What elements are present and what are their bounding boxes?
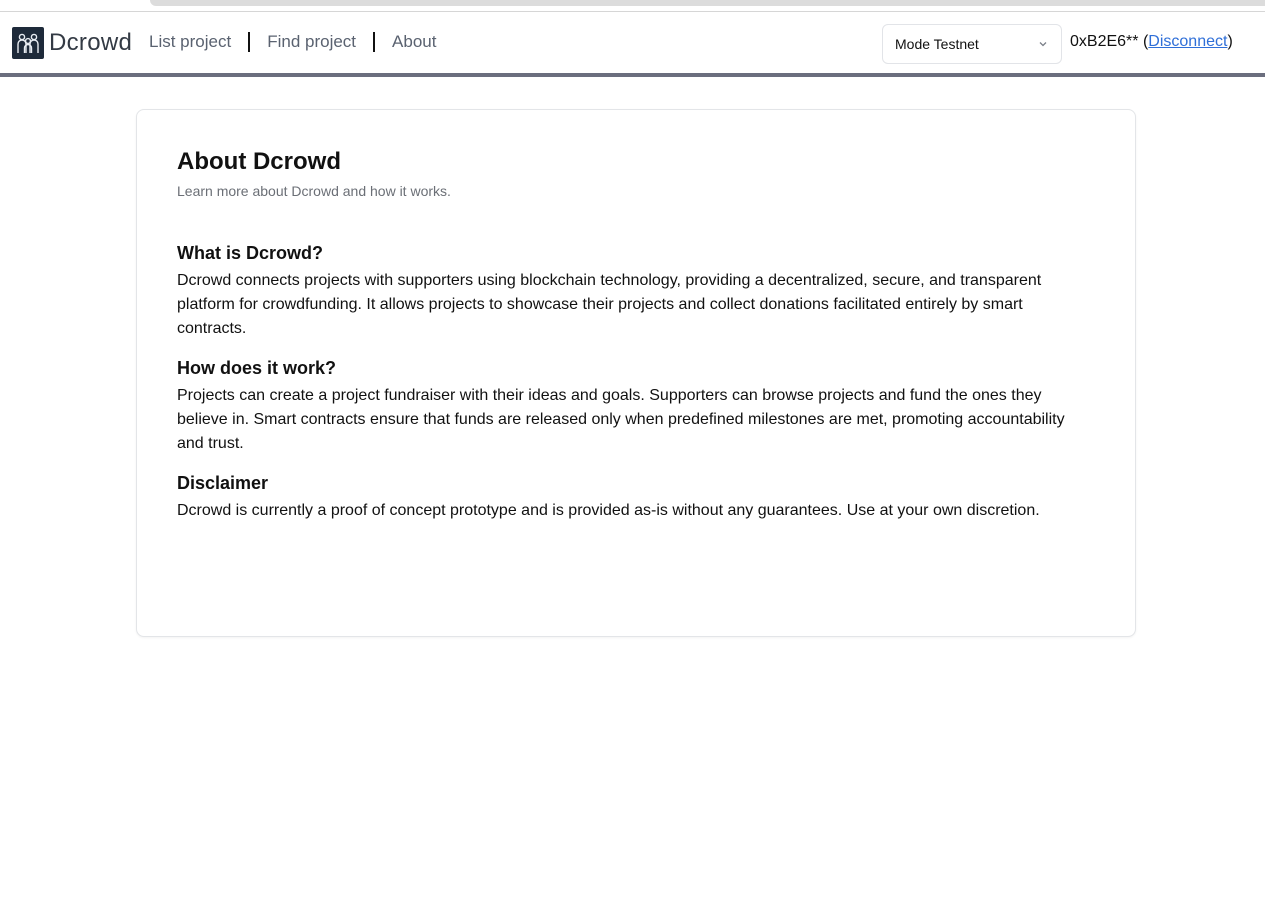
page-title: About Dcrowd — [177, 148, 341, 175]
nav-list-project[interactable]: List project — [149, 32, 231, 52]
section-body: Dcrowd is currently a proof of concept p… — [177, 502, 1040, 519]
wallet-account: 0xB2E6** (Disconnect) — [1070, 33, 1233, 51]
chevron-down-icon — [1039, 42, 1047, 47]
main-nav: List project Find project About — [149, 32, 436, 52]
about-card: About Dcrowd Learn more about Dcrowd and… — [136, 109, 1136, 637]
section-heading: How does it work? — [177, 358, 337, 378]
section-what-is: What is Dcrowd? Dcrowd connects projects… — [177, 242, 1095, 341]
people-group-icon — [12, 27, 44, 59]
horizontal-scrollbar[interactable] — [150, 0, 1265, 6]
wallet-address: 0xB2E6** — [1070, 33, 1139, 50]
network-select-value: Mode Testnet — [895, 36, 979, 52]
network-select[interactable]: Mode Testnet — [882, 24, 1062, 64]
navbar: Dcrowd List project Find project About M… — [0, 13, 1265, 73]
section-disclaimer: Disclaimer Dcrowd is currently a proof o… — [177, 472, 1095, 523]
nav-divider — [248, 32, 251, 52]
paren-close: ) — [1227, 33, 1233, 50]
nav-find-project[interactable]: Find project — [267, 32, 356, 52]
disconnect-link[interactable]: Disconnect — [1148, 33, 1227, 50]
section-how-it-works: How does it work? Projects can create a … — [177, 357, 1095, 456]
navbar-border — [0, 73, 1265, 77]
brand-name: Dcrowd — [49, 29, 133, 56]
section-heading: What is Dcrowd? — [177, 243, 324, 263]
brand-home-link[interactable]: Dcrowd — [12, 27, 132, 59]
about-sections: What is Dcrowd? Dcrowd connects projects… — [177, 242, 1095, 523]
section-body: Dcrowd connects projects with supporters… — [177, 272, 1042, 337]
nav-divider — [373, 32, 376, 52]
nav-about[interactable]: About — [392, 32, 436, 52]
page-subtitle: Learn more about Dcrowd and how it works… — [177, 183, 451, 199]
section-heading: Disclaimer — [177, 473, 269, 493]
browser-top-strip — [0, 0, 1265, 12]
section-body: Projects can create a project fundraiser… — [177, 387, 1065, 452]
paren-open: ( — [1138, 33, 1149, 50]
